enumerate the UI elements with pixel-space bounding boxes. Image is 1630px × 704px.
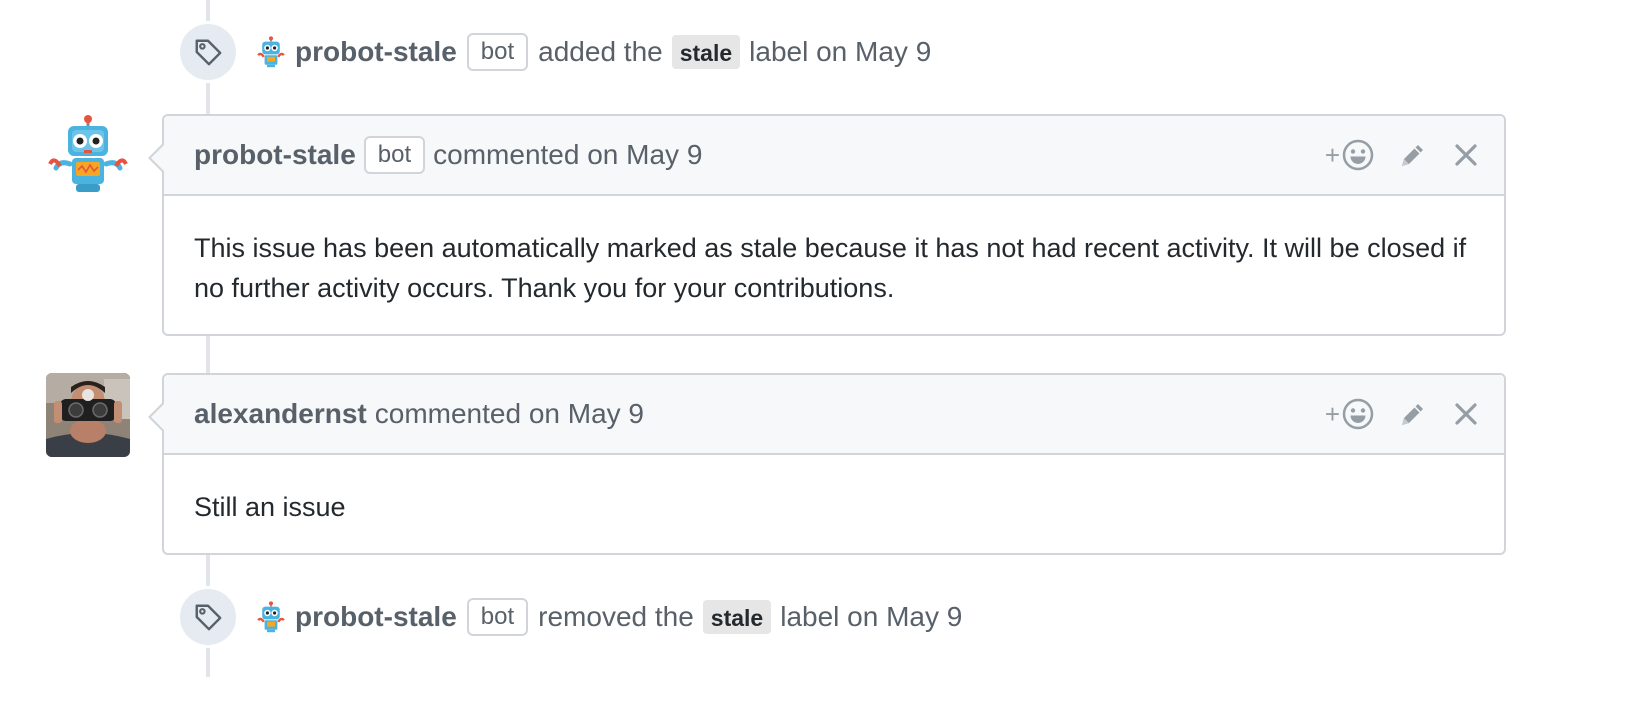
event-author-link[interactable]: probot-stale [295, 601, 457, 633]
comment-timestamp-link[interactable]: commented on May 9 [433, 139, 702, 171]
comment-body: This issue has been automatically marked… [194, 233, 1467, 303]
tag-icon [195, 604, 222, 631]
event-suffix-text[interactable]: label on May 9 [749, 36, 931, 68]
tag-icon-badge [177, 21, 239, 83]
add-reaction-button[interactable]: + [1325, 398, 1374, 430]
event-action-text: added the [538, 36, 663, 67]
close-icon [1455, 144, 1477, 166]
timeline-event-label-added: probot-stale bot added the stale label o… [177, 21, 931, 83]
comment-header: alexandernst commented on May 9 + [164, 375, 1504, 455]
timeline-line [206, 555, 210, 587]
close-icon [1455, 403, 1477, 425]
tag-icon-badge [177, 586, 239, 648]
comment-body: Still an issue [194, 492, 346, 522]
pencil-icon [1402, 404, 1423, 425]
timeline-line [206, 647, 210, 677]
smiley-icon [1342, 139, 1374, 171]
comment-timestamp-link[interactable]: commented on May 9 [375, 398, 644, 430]
alexandernst-avatar[interactable] [46, 373, 130, 457]
comment-header: probot-stale bot commented on May 9 + [164, 116, 1504, 196]
bot-badge: bot [466, 33, 529, 71]
comment-actions: + [1325, 139, 1478, 171]
comment-actions: + [1325, 398, 1478, 430]
probot-stale-avatar[interactable] [46, 114, 130, 198]
robot-avatar-icon[interactable] [255, 601, 287, 633]
comment-box-alexandernst: alexandernst commented on May 9 + Still … [148, 373, 1506, 555]
plus-icon: + [1324, 399, 1340, 429]
delete-comment-button[interactable] [1454, 402, 1478, 426]
smiley-icon [1342, 398, 1374, 430]
comment-author-link[interactable]: alexandernst [194, 398, 367, 430]
event-suffix-text[interactable]: label on May 9 [780, 601, 962, 633]
plus-icon: + [1324, 140, 1340, 170]
edit-comment-button[interactable] [1398, 399, 1428, 429]
edit-comment-button[interactable] [1398, 140, 1428, 170]
comment-box-probot-stale: probot-stale bot commented on May 9 + Th… [148, 114, 1506, 336]
bot-badge: bot [466, 598, 529, 636]
add-reaction-button[interactable]: + [1325, 139, 1374, 171]
delete-comment-button[interactable] [1454, 143, 1478, 167]
timeline-event-label-removed: probot-stale bot removed the stale label… [177, 586, 962, 648]
timeline-line [206, 0, 210, 22]
timeline-line [206, 336, 210, 374]
bot-badge: bot [363, 136, 426, 174]
event-author-link[interactable]: probot-stale [295, 36, 457, 68]
stale-label-tag[interactable]: stale [671, 35, 741, 69]
comment-author-link[interactable]: probot-stale [194, 139, 356, 171]
tag-icon [195, 39, 222, 66]
pencil-icon [1402, 145, 1423, 166]
stale-label-tag[interactable]: stale [702, 600, 772, 634]
robot-avatar-icon[interactable] [255, 36, 287, 68]
event-action-text: removed the [538, 601, 694, 632]
timeline-line [206, 82, 210, 114]
